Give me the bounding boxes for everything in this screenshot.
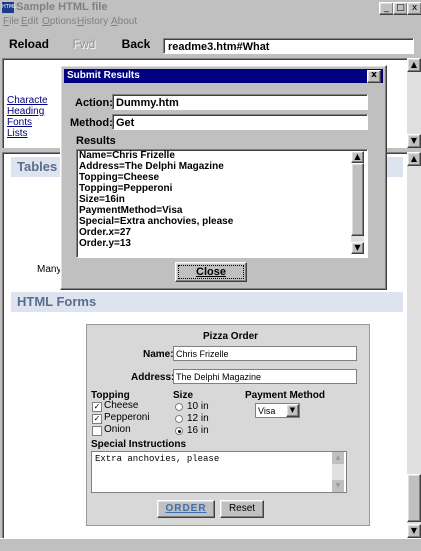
instructions-heading: Special Instructions — [91, 439, 187, 450]
result-line: Topping=Cheese — [79, 172, 160, 183]
pepperoni-label: Pepperoni — [104, 412, 150, 423]
results-label: Results — [76, 135, 116, 147]
name-field[interactable]: Chris Frizelle — [173, 346, 357, 361]
method-label: Method: — [70, 117, 113, 129]
close-window-button[interactable]: x — [407, 2, 421, 15]
pizza-form-title: Pizza Order — [203, 331, 259, 342]
pepperoni-checkbox[interactable]: ✓ — [92, 414, 102, 424]
toc-link-fonts[interactable]: Fonts — [7, 117, 32, 128]
payment-heading: Payment Method — [245, 390, 326, 401]
result-line: Size=16in — [79, 194, 125, 205]
order-button[interactable]: ORDER — [157, 500, 215, 518]
result-line: Topping=Pepperoni — [79, 183, 173, 194]
toc-link-lists[interactable]: Lists — [7, 128, 28, 139]
onion-checkbox[interactable] — [92, 426, 102, 436]
scroll-down-icon[interactable]: ▼ — [407, 134, 421, 148]
action-field[interactable]: Dummy.htm — [112, 94, 368, 110]
method-field[interactable]: Get — [112, 114, 368, 130]
submit-results-dialog: Submit Results x Action: Dummy.htm Metho… — [60, 65, 387, 290]
result-line: Name=Chris Frizelle — [79, 150, 175, 161]
action-label: Action: — [75, 97, 113, 109]
chevron-down-icon[interactable]: ▼ — [286, 404, 299, 417]
result-line: Special=Extra anchovies, please — [79, 216, 234, 227]
toc-scrollbar[interactable]: ▲ ▼ — [407, 58, 421, 148]
result-line: PaymentMethod=Visa — [79, 205, 183, 216]
toc-link-headings[interactable]: Heading — [7, 106, 44, 117]
cheese-checkbox[interactable]: ✓ — [92, 402, 102, 412]
url-field[interactable]: readme3.htm#What — [163, 38, 414, 54]
pizza-form: Pizza Order Name: Chris Frizelle Address… — [86, 324, 370, 526]
result-line: Order.x=27 — [79, 227, 131, 238]
size-16-radio[interactable] — [175, 427, 183, 435]
address-field[interactable]: The Delphi Magazine — [173, 369, 357, 384]
menu-bar: File Edit Options History About — [0, 16, 421, 30]
payment-value: Visa — [258, 406, 276, 416]
results-scroll-thumb[interactable] — [351, 163, 364, 236]
scroll-up-icon[interactable]: ▲ — [407, 152, 421, 166]
address-label: Address: — [131, 372, 175, 383]
scroll-up-icon[interactable]: ▲ — [332, 452, 344, 464]
scroll-up-icon[interactable]: ▲ — [351, 151, 364, 163]
result-line: Order.y=13 — [79, 238, 131, 249]
onion-label: Onion — [104, 424, 131, 435]
instructions-textarea[interactable]: Extra anchovies, please — [91, 451, 347, 493]
maximize-button[interactable]: □ — [393, 2, 408, 15]
scroll-up-icon[interactable]: ▲ — [407, 58, 421, 72]
size-16-label: 16 in — [187, 425, 209, 436]
menu-edit[interactable]: Edit — [21, 16, 38, 27]
payment-select[interactable]: Visa ▼ — [255, 403, 300, 418]
size-10-radio[interactable] — [175, 403, 183, 411]
menu-file[interactable]: File — [3, 16, 19, 27]
textarea-scrollbar[interactable]: ▲ ▼ — [332, 452, 344, 492]
scroll-down-icon[interactable]: ▼ — [332, 480, 344, 492]
size-heading: Size — [173, 390, 194, 401]
size-12-label: 12 in — [187, 413, 209, 424]
result-line: Address=The Delphi Magazine — [79, 161, 224, 172]
menu-about[interactable]: About — [111, 16, 137, 27]
reload-button[interactable]: Reload — [8, 35, 50, 53]
dialog-title-bar: Submit Results x — [64, 69, 383, 83]
dialog-title: Submit Results — [67, 70, 140, 81]
back-button[interactable]: Back — [116, 35, 156, 53]
app-icon: HTML — [2, 2, 16, 13]
size-10-label: 10 in — [187, 401, 209, 412]
window-title: Sample HTML file — [16, 1, 108, 13]
title-bar: HTML Sample HTML file _ □ x — [0, 0, 421, 16]
content-scrollbar[interactable]: ▲ ▼ — [407, 152, 421, 538]
cheese-label: Cheese — [104, 400, 139, 411]
menu-history[interactable]: History — [77, 16, 108, 27]
results-list[interactable]: Name=Chris Frizelle Address=The Delphi M… — [76, 149, 368, 258]
dialog-close-button[interactable]: Close — [175, 262, 247, 282]
reset-button[interactable]: Reset — [220, 500, 264, 518]
size-12-radio[interactable] — [175, 415, 183, 423]
scroll-thumb[interactable] — [407, 474, 421, 522]
dialog-close-icon[interactable]: x — [367, 70, 381, 83]
results-scrollbar[interactable]: ▲ ▼ — [351, 151, 364, 254]
toc-link-characters[interactable]: Characte — [7, 95, 48, 106]
forward-button[interactable]: Fwd — [66, 35, 102, 53]
scroll-down-icon[interactable]: ▼ — [351, 242, 364, 254]
status-bar — [0, 538, 421, 551]
name-label: Name: — [143, 349, 174, 360]
minimize-button[interactable]: _ — [379, 2, 394, 15]
scroll-down-icon[interactable]: ▼ — [407, 524, 421, 538]
menu-options[interactable]: Options — [42, 16, 76, 27]
